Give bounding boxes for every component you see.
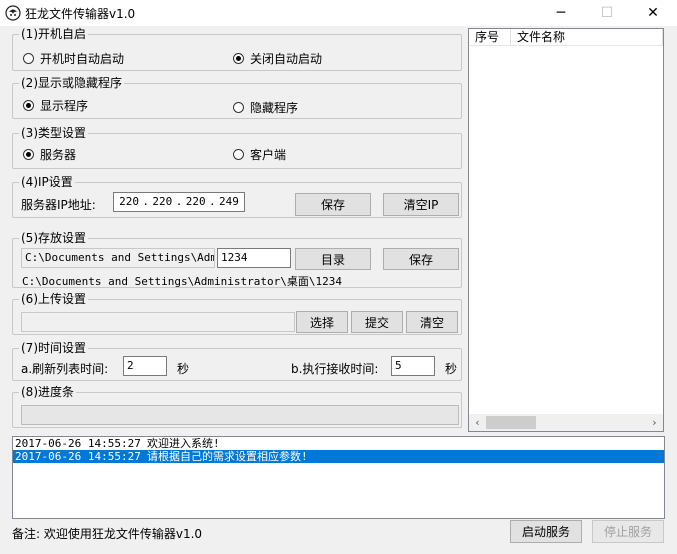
ip-dot-1: . <box>142 195 149 208</box>
radio-show-program-circle <box>23 100 34 111</box>
radio-type-client[interactable]: 客户端 <box>233 146 286 163</box>
radio-type-server-label: 服务器 <box>40 148 77 162</box>
minimize-button[interactable]: ─ <box>538 0 584 26</box>
ip-dot-2: . <box>175 195 183 208</box>
receive-time-input[interactable]: 5 <box>391 356 435 376</box>
column-header-index[interactable]: 序号 <box>469 29 511 46</box>
radio-autostart-off-circle <box>233 53 244 64</box>
type-group: (3)类型设置 服务器 客户端 <box>12 126 462 169</box>
column-header-filename[interactable]: 文件名称 <box>511 29 663 46</box>
ip-group: (4)IP设置 服务器IP地址: 220 . 220 . 220 . 249 保… <box>12 175 462 218</box>
storage-name-input[interactable]: 1234 <box>217 248 291 268</box>
close-button[interactable]: ✕ <box>630 0 676 26</box>
startup-legend: (1)开机自启 <box>19 27 88 41</box>
refresh-label: a.刷新列表时间: <box>21 362 109 376</box>
horizontal-scrollbar[interactable]: ‹ › <box>469 414 663 431</box>
file-list[interactable]: 序号 文件名称 ‹ › <box>468 28 664 432</box>
radio-hide-program-label: 隐藏程序 <box>250 101 299 115</box>
log-row[interactable]: 2017-06-26 14:55:27 请根据自己的需求设置相应参数! <box>13 450 664 463</box>
scroll-left-icon[interactable]: ‹ <box>469 414 486 431</box>
log-message: 请根据自己的需求设置相应参数! <box>147 450 308 463</box>
radio-autostart-off[interactable]: 关闭自动启动 <box>233 50 322 67</box>
storage-group: (5)存放设置 C:\Documents and Settings\Admini… <box>12 231 462 288</box>
stop-service-button[interactable]: 停止服务 <box>592 520 664 543</box>
upload-legend: (6)上传设置 <box>19 292 88 306</box>
ip-clear-button[interactable]: 清空IP <box>383 193 459 216</box>
radio-type-server[interactable]: 服务器 <box>23 146 76 163</box>
storage-legend: (5)存放设置 <box>19 231 88 245</box>
radio-autostart-on-label: 开机时自动启动 <box>40 52 125 66</box>
receive-label: b.执行接收时间: <box>291 362 379 376</box>
type-legend: (3)类型设置 <box>19 126 88 140</box>
scroll-right-icon[interactable]: › <box>646 414 663 431</box>
radio-hide-program-circle <box>233 102 244 113</box>
refresh-unit: 秒 <box>177 362 190 376</box>
start-service-button[interactable]: 启动服务 <box>510 520 582 543</box>
ip-octet-2: 220 <box>152 195 173 208</box>
radio-show-program-label: 显示程序 <box>40 99 89 113</box>
ip-octet-3: 220 <box>185 195 206 208</box>
radio-type-server-circle <box>23 149 34 160</box>
radio-type-client-circle <box>233 149 244 160</box>
progress-group: (8)进度条 <box>12 385 462 428</box>
title-bar: 狂龙文件传输器v1.0 ─ ☐ ✕ <box>0 0 677 26</box>
timing-group: (7)时间设置 a.刷新列表时间: 2 秒 b.执行接收时间: 5 秒 <box>12 341 462 381</box>
refresh-time-input[interactable]: 2 <box>123 356 167 376</box>
progress-bar <box>21 405 459 425</box>
radio-show-program[interactable]: 显示程序 <box>23 97 88 114</box>
window-title: 狂龙文件传输器v1.0 <box>25 7 136 21</box>
maximize-button[interactable]: ☐ <box>584 0 630 26</box>
storage-dir-button[interactable]: 目录 <box>295 248 371 270</box>
upload-submit-button[interactable]: 提交 <box>351 311 403 333</box>
timing-legend: (7)时间设置 <box>19 341 88 355</box>
visibility-group: (2)显示或隐藏程序 显示程序 隐藏程序 <box>12 76 462 119</box>
log-message: 欢迎进入系统! <box>147 437 220 450</box>
storage-save-button[interactable]: 保存 <box>383 248 459 270</box>
storage-path-input[interactable]: C:\Documents and Settings\Administrator\… <box>21 248 215 268</box>
startup-group: (1)开机自启 开机时自动启动 关闭自动启动 <box>12 27 462 71</box>
progress-legend: (8)进度条 <box>19 385 76 399</box>
ip-dot-3: . <box>209 195 216 208</box>
log-time: 2017-06-26 14:55:27 <box>15 437 141 450</box>
radio-autostart-on-circle <box>23 53 34 64</box>
ip-octet-1: 220 <box>119 195 139 208</box>
upload-clear-button[interactable]: 清空 <box>406 311 458 333</box>
log-list[interactable]: 2017-06-26 14:55:27 欢迎进入系统! 2017-06-26 1… <box>12 436 665 519</box>
ip-save-button[interactable]: 保存 <box>295 193 371 216</box>
ip-label: 服务器IP地址: <box>21 198 96 212</box>
radio-type-client-label: 客户端 <box>250 148 287 162</box>
ip-address-input[interactable]: 220 . 220 . 220 . 249 <box>113 192 245 212</box>
upload-select-button[interactable]: 选择 <box>296 311 348 333</box>
radio-autostart-on[interactable]: 开机时自动启动 <box>23 50 124 67</box>
app-icon <box>5 5 21 21</box>
upload-file-input[interactable] <box>21 312 295 332</box>
radio-autostart-off-label: 关闭自动启动 <box>250 52 323 66</box>
footer-note: 备注: 欢迎使用狂龙文件传输器v1.0 <box>12 527 203 541</box>
ip-octet-4: 249 <box>219 195 239 208</box>
log-time: 2017-06-26 14:55:27 <box>15 450 141 463</box>
visibility-legend: (2)显示或隐藏程序 <box>19 76 124 90</box>
upload-group: (6)上传设置 选择 提交 清空 <box>12 292 462 335</box>
receive-unit: 秒 <box>445 362 458 376</box>
ip-legend: (4)IP设置 <box>19 175 75 189</box>
scroll-thumb[interactable] <box>486 416 536 429</box>
log-row[interactable]: 2017-06-26 14:55:27 欢迎进入系统! <box>13 437 664 450</box>
radio-hide-program[interactable]: 隐藏程序 <box>233 99 298 116</box>
storage-full-path: C:\Documents and Settings\Administrator\… <box>22 275 343 288</box>
